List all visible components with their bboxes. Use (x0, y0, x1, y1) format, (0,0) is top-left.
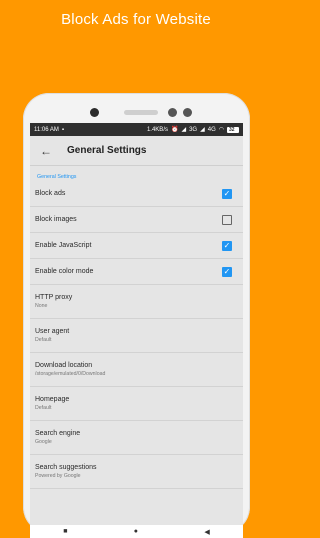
settings-item-title: Download location (35, 362, 93, 369)
network-speed: 1.4KB/s (146, 126, 168, 133)
battery-icon: 32 (227, 126, 239, 133)
page-title: General Settings (67, 145, 147, 156)
settings-item-title: HTTP proxy (35, 294, 73, 301)
settings-item-subtitle: Default (35, 337, 52, 343)
settings-item[interactable]: Search engine Google (30, 421, 243, 455)
signal-icon-2: ◢ (200, 127, 205, 133)
recents-button-icon[interactable]: ■ (63, 528, 67, 535)
home-button-icon[interactable]: ● (134, 528, 138, 535)
settings-item-subtitle: Powered by Google (35, 473, 81, 479)
sensor-dot-icon-2 (183, 108, 192, 117)
settings-item-subtitle: Google (35, 439, 52, 445)
settings-item-title: User agent (35, 328, 70, 335)
network-3g: 3G (189, 126, 198, 133)
status-time: 11:06 AM (34, 126, 59, 133)
navigation-bar: ■ ● ◀ (30, 525, 243, 538)
settings-item-subtitle: None (35, 303, 48, 309)
settings-item[interactable]: Block ads ✓ (30, 181, 243, 207)
settings-item-title: Enable color mode (35, 268, 94, 275)
settings-item[interactable]: Homepage Default (30, 387, 243, 421)
settings-item-title: Homepage (35, 396, 70, 403)
checkbox-checked-icon[interactable]: ✓ (222, 266, 232, 277)
settings-item-title: Search engine (35, 430, 81, 437)
notification-icon: ▪ (61, 126, 65, 133)
checkbox-checked-icon[interactable]: ✓ (222, 240, 232, 251)
front-camera-icon (90, 108, 99, 117)
back-arrow-icon[interactable]: ← (37, 142, 55, 160)
checkbox-checked-icon[interactable]: ✓ (222, 188, 232, 199)
settings-item-subtitle: Default (35, 405, 52, 411)
settings-item[interactable]: Block images (30, 207, 243, 233)
app-toolbar: ← General Settings (30, 136, 243, 166)
settings-item[interactable]: Enable JavaScript ✓ (30, 233, 243, 259)
alarm-icon: ⏰ (170, 127, 179, 133)
back-button-icon[interactable]: ◀ (204, 528, 209, 536)
settings-item-subtitle: /storage/emulated/0/Download (35, 371, 106, 377)
wifi-icon: ◠ (218, 127, 224, 133)
settings-item-title: Enable JavaScript (35, 242, 92, 249)
section-header: General Settings (37, 174, 77, 180)
settings-item-title: Block ads (35, 190, 66, 197)
app-screen: 11:06 AM ▪ 1.4KB/s ⏰ ◢ 3G ◢ 4G ◠ 32 ← Ge… (30, 123, 243, 538)
settings-item[interactable]: Enable color mode ✓ (30, 259, 243, 285)
checkbox-unchecked-icon[interactable] (222, 214, 232, 225)
status-bar: 11:06 AM ▪ 1.4KB/s ⏰ ◢ 3G ◢ 4G ◠ 32 (30, 123, 243, 136)
settings-item-title: Block images (35, 216, 77, 223)
promo-title: Block Ads for Website (61, 11, 211, 28)
settings-item[interactable]: Search suggestions Powered by Google (30, 455, 243, 489)
signal-icon: ◢ (181, 127, 187, 133)
earpiece-speaker (124, 110, 158, 115)
phone-frame: 11:06 AM ▪ 1.4KB/s ⏰ ◢ 3G ◢ 4G ◠ 32 ← Ge… (23, 93, 250, 538)
sensor-dot-icon (168, 108, 177, 117)
settings-item[interactable]: User agent Default (30, 319, 243, 353)
network-4g: 4G (207, 126, 216, 133)
settings-item[interactable]: HTTP proxy None (30, 285, 243, 319)
settings-item[interactable]: Download location/storage/emulated/0/Dow… (30, 353, 243, 387)
battery-level: 32 (229, 126, 235, 133)
settings-item-title: Search suggestions (35, 464, 97, 471)
